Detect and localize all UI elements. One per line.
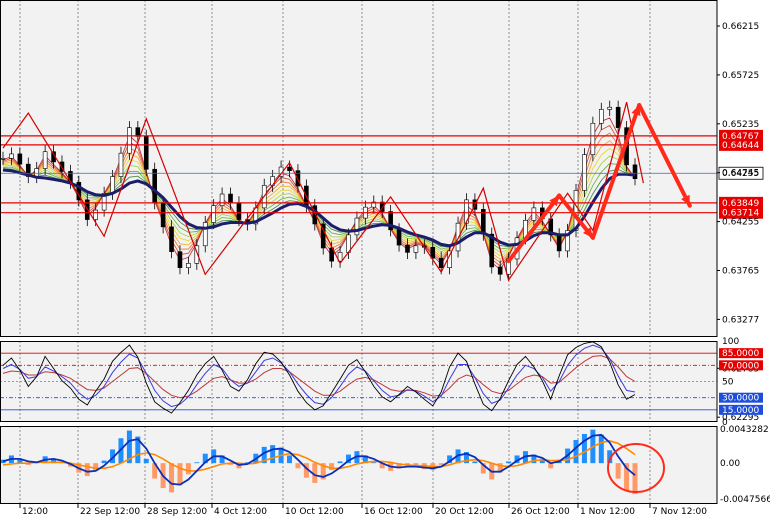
- osc-level-tag: 15.0000: [722, 406, 759, 416]
- candle-body[interactable]: [354, 217, 360, 236]
- osc-level-tag: 70.0000: [722, 361, 759, 371]
- candle-body[interactable]: [202, 222, 208, 247]
- candle-body[interactable]: [42, 151, 48, 169]
- candle-body[interactable]: [236, 202, 242, 220]
- trading-chart[interactable]: 0.647670.646440.638490.637140.642550.662…: [0, 0, 770, 520]
- candle-body[interactable]: [228, 193, 233, 204]
- time-tick-label: 4 Oct 12:00: [214, 507, 267, 517]
- price-tick-label: 0.66215: [722, 22, 759, 32]
- histogram-bar[interactable]: [581, 433, 587, 464]
- candle-body[interactable]: [160, 202, 166, 228]
- candle-body[interactable]: [152, 168, 157, 204]
- histogram-bar[interactable]: [185, 463, 191, 475]
- histogram-bar[interactable]: [194, 462, 200, 464]
- osc-level-tag: 85.0000: [722, 349, 759, 359]
- price-tick-label: 0.63765: [722, 267, 759, 277]
- histogram-bar[interactable]: [337, 461, 343, 464]
- candle-body[interactable]: [177, 251, 183, 269]
- histogram-bar[interactable]: [573, 439, 579, 464]
- candle-body[interactable]: [93, 209, 98, 220]
- candle-body[interactable]: [632, 164, 638, 180]
- time-tick-label: 22 Sep 12:00: [80, 507, 140, 517]
- time-tick-label: 28 Sep 12:00: [147, 507, 207, 517]
- candle-body[interactable]: [438, 257, 444, 269]
- price-tick-label: 0.65725: [722, 71, 759, 81]
- histogram-bar[interactable]: [143, 458, 149, 464]
- histogram-pane[interactable]: 0.0043282 0.00 -0.0047566: [0, 425, 770, 505]
- histogram-bar[interactable]: [287, 455, 293, 464]
- time-tick-label: 16 Oct 12:00: [364, 507, 423, 517]
- histogram-pane-bg: [0, 426, 717, 504]
- candle-body[interactable]: [127, 127, 132, 154]
- candle-body[interactable]: [287, 166, 292, 171]
- level-tag-1: 0.64644: [722, 141, 759, 151]
- price-tick-label: 0.63277: [722, 315, 759, 325]
- oscillator-pane[interactable]: 10085.000070.00005030.000015.00000: [0, 337, 763, 428]
- price-tick-label: 0.65235: [722, 120, 759, 130]
- histogram-bar[interactable]: [84, 463, 90, 477]
- histogram-bar[interactable]: [506, 461, 512, 464]
- histogram-bar[interactable]: [169, 463, 175, 493]
- candle-body[interactable]: [598, 109, 604, 124]
- price-tick-label: 0.64745: [722, 169, 759, 179]
- candle-body[interactable]: [405, 244, 410, 253]
- candle-body[interactable]: [497, 266, 503, 275]
- osc-tick-label: 100: [722, 337, 739, 347]
- candle-body[interactable]: [186, 263, 191, 269]
- histogram-bar[interactable]: [101, 460, 107, 464]
- osc-tick-label: 50: [722, 378, 734, 388]
- histogram-bar[interactable]: [632, 463, 638, 495]
- candle-body[interactable]: [582, 154, 587, 191]
- candle-body[interactable]: [590, 122, 596, 155]
- hist-tick-label: -0.0047566: [720, 495, 770, 505]
- time-tick-label: 26 Oct 12:00: [511, 507, 570, 517]
- candle-body[interactable]: [615, 106, 621, 128]
- candle-body[interactable]: [0, 157, 6, 160]
- candle-body[interactable]: [413, 245, 419, 253]
- histogram-bar[interactable]: [539, 460, 545, 464]
- candle-body[interactable]: [169, 226, 174, 252]
- osc-level-tag: 30.0000: [722, 394, 759, 404]
- hist-tick-label: 0.0043282: [720, 425, 769, 435]
- histogram-bar[interactable]: [270, 445, 276, 464]
- candle-body[interactable]: [556, 234, 562, 252]
- histogram-bar[interactable]: [598, 434, 604, 464]
- candle-body[interactable]: [396, 229, 402, 246]
- candle-body[interactable]: [211, 205, 216, 223]
- time-tick-label: 20 Oct 12:00: [435, 507, 494, 517]
- candle-body[interactable]: [219, 193, 225, 207]
- candle-body[interactable]: [34, 168, 40, 177]
- time-tick-label: 7 Nov 12:00: [652, 507, 707, 517]
- hist-tick-label: 0.00: [720, 459, 740, 469]
- histogram-bar[interactable]: [472, 461, 478, 464]
- candle-body[interactable]: [607, 106, 613, 110]
- candle-body[interactable]: [110, 176, 115, 194]
- candle-body[interactable]: [135, 127, 141, 137]
- time-axis: 12:00 22 Sep 12:00 28 Sep 12:00 4 Oct 12:00…: [19, 504, 707, 517]
- histogram-bar[interactable]: [295, 463, 301, 469]
- candle-body[interactable]: [531, 207, 537, 221]
- candle-body[interactable]: [143, 136, 149, 170]
- candle-body[interactable]: [9, 153, 14, 159]
- time-tick-label: 10 Oct 12:00: [285, 507, 344, 517]
- time-tick-label: 12:00: [22, 507, 48, 517]
- histogram-bar[interactable]: [371, 462, 377, 464]
- candle-body[interactable]: [17, 153, 23, 165]
- histogram-bar[interactable]: [615, 463, 621, 479]
- price-tick-label: 0.64255: [722, 218, 759, 228]
- time-tick-label: 1 Nov 12:00: [580, 507, 635, 517]
